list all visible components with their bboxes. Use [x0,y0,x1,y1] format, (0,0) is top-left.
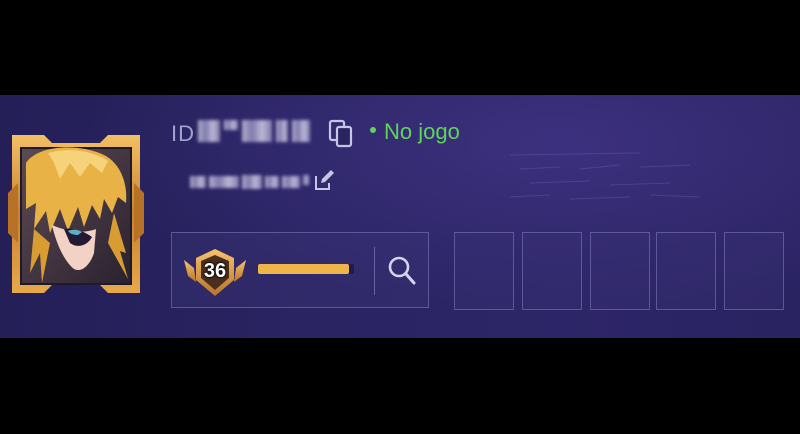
empty-slot[interactable] [522,232,582,310]
online-status: No jogo [370,119,460,145]
status-text: No jogo [384,119,460,144]
profile-panel: ID No jogo 36 [0,95,800,338]
search-icon [388,256,416,285]
level-number: 36 [203,260,227,282]
letterbox-top [0,0,800,95]
xp-progress-bar [258,264,354,274]
player-id-value [198,120,310,142]
level-panel: 36 [171,232,429,308]
empty-slot[interactable] [454,232,514,310]
player-name-value [190,175,309,189]
edit-icon[interactable] [313,168,335,192]
search-button[interactable] [385,253,419,289]
empty-slot[interactable] [656,232,716,310]
divider [374,247,375,295]
copy-icon[interactable] [328,119,354,149]
xp-progress-fill [258,264,350,274]
status-dot-icon [370,127,376,134]
avatar[interactable] [8,133,144,299]
id-label: ID [171,121,195,146]
empty-slot[interactable] [724,232,784,310]
empty-slot[interactable] [590,232,650,310]
letterbox-bottom [0,338,800,434]
background-decoration [509,152,701,200]
